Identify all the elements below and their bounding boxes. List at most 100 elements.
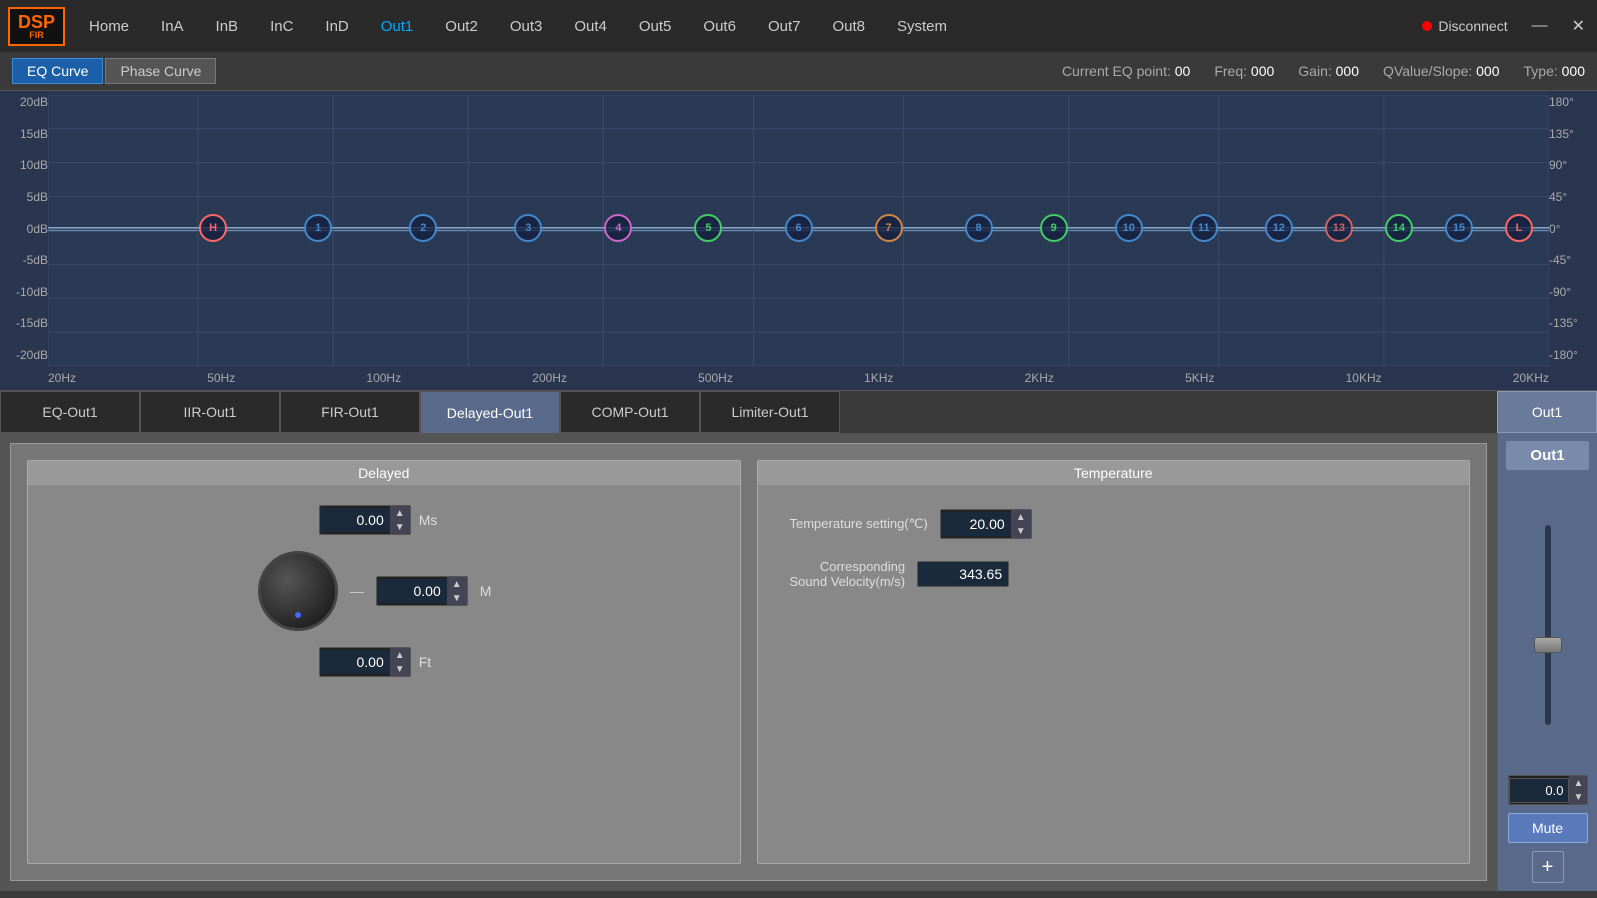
tab-phase-curve[interactable]: Phase Curve [105, 58, 216, 84]
tab-iir-out1[interactable]: IIR-Out1 [140, 391, 280, 433]
chart-inner[interactable]: H123456789101112131415L [48, 95, 1549, 366]
eq-point-15[interactable]: 15 [1445, 214, 1473, 242]
fader-handle[interactable] [1534, 637, 1562, 653]
nav-out2[interactable]: Out2 [429, 0, 494, 52]
close-button[interactable]: ✕ [1560, 0, 1597, 52]
temp-input-wrap: ▲ ▼ [940, 509, 1032, 539]
eq-point-14[interactable]: 14 [1385, 214, 1413, 242]
eq-qvalue-value: 000 [1476, 63, 1499, 79]
eq-point-4[interactable]: 4 [604, 214, 632, 242]
eq-point-3[interactable]: 3 [514, 214, 542, 242]
eq-point-9[interactable]: 9 [1040, 214, 1068, 242]
out1-panel[interactable]: Out1 [1497, 391, 1597, 433]
tab-delayed-out1[interactable]: Delayed-Out1 [420, 391, 560, 433]
eq-point-L[interactable]: L [1505, 214, 1533, 242]
eq-point-8[interactable]: 8 [965, 214, 993, 242]
eq-gain-value: 000 [1336, 63, 1359, 79]
ft-input[interactable] [320, 650, 390, 674]
ft-row: ▲ ▼ Ft [319, 647, 449, 677]
nav-inD[interactable]: InD [309, 0, 364, 52]
m-spin-down[interactable]: ▼ [447, 591, 467, 605]
ft-input-wrap: ▲ ▼ [319, 647, 411, 677]
tab-comp-out1[interactable]: COMP-Out1 [560, 391, 700, 433]
eq-qvalue-label: QValue/Slope: 000 [1383, 63, 1500, 79]
ms-spin-up[interactable]: ▲ [390, 506, 410, 520]
temp-controls: Temperature setting(℃) ▲ ▼ Corresponding… [770, 509, 1458, 589]
ms-unit-label: Ms [419, 512, 449, 528]
m-input[interactable] [377, 579, 447, 603]
nav-inA[interactable]: InA [145, 0, 200, 52]
nav-inC[interactable]: InC [254, 0, 309, 52]
right-panel: Out1 ▲ ▼ Mute + [1497, 433, 1597, 891]
delayed-section: Delayed ▲ ▼ Ms — [27, 460, 741, 864]
eq-type-label: Type: 000 [1524, 63, 1586, 79]
minimize-button[interactable]: — [1520, 0, 1560, 52]
right-panel-title: Out1 [1506, 441, 1589, 470]
nav-home[interactable]: Home [73, 0, 145, 52]
eq-chart[interactable]: 20dB 15dB 10dB 5dB 0dB -5dB -10dB -15dB … [0, 91, 1597, 390]
delay-controls: ▲ ▼ Ms — ▲ ▼ [40, 505, 728, 677]
temp-input[interactable] [941, 512, 1011, 536]
db-input-wrap: ▲ ▼ [1508, 775, 1588, 805]
disconnect-button[interactable]: Disconnect [1410, 0, 1519, 52]
nav-out7[interactable]: Out7 [752, 0, 817, 52]
ms-row: ▲ ▼ Ms [319, 505, 449, 535]
db-value-input[interactable] [1509, 778, 1569, 803]
eq-point-12[interactable]: 12 [1265, 214, 1293, 242]
ms-spinners: ▲ ▼ [390, 506, 410, 534]
temperature-section: Temperature Temperature setting(℃) ▲ ▼ C… [757, 460, 1471, 864]
bottom-tabs: EQ-Out1 IIR-Out1 FIR-Out1 Delayed-Out1 C… [0, 391, 1597, 433]
delay-knob[interactable] [258, 551, 338, 631]
eq-point-7[interactable]: 7 [875, 214, 903, 242]
nav-out4[interactable]: Out4 [558, 0, 623, 52]
eq-point-H[interactable]: H [199, 214, 227, 242]
tab-eq-out1[interactable]: EQ-Out1 [0, 391, 140, 433]
temp-setting-label: Temperature setting(℃) [790, 516, 928, 532]
mute-button[interactable]: Mute [1508, 813, 1588, 843]
db-spin-up[interactable]: ▲ [1569, 776, 1588, 790]
knob-dash: — [350, 583, 364, 599]
fader-track [1545, 525, 1551, 725]
eq-point-1[interactable]: 1 [304, 214, 332, 242]
tab-limiter-out1[interactable]: Limiter-Out1 [700, 391, 840, 433]
eq-point-label: Current EQ point: 00 [1062, 63, 1190, 79]
eq-point-10[interactable]: 10 [1115, 214, 1143, 242]
velocity-row: CorrespondingSound Velocity(m/s) [790, 559, 1010, 589]
connection-status-dot [1422, 21, 1432, 31]
temp-spin-down[interactable]: ▼ [1011, 524, 1031, 538]
ft-spin-down[interactable]: ▼ [390, 662, 410, 676]
eq-point-11[interactable]: 11 [1190, 214, 1218, 242]
eq-point-2[interactable]: 2 [409, 214, 437, 242]
eq-info-bar: Current EQ point: 00 Freq: 000 Gain: 000… [1062, 63, 1585, 79]
nav-out5[interactable]: Out5 [623, 0, 688, 52]
nav-inB[interactable]: InB [200, 0, 255, 52]
delayed-section-title: Delayed [28, 461, 740, 485]
curve-tab-bar: EQ Curve Phase Curve Current EQ point: 0… [0, 52, 1597, 91]
temperature-section-title: Temperature [758, 461, 1470, 485]
velocity-input[interactable] [918, 562, 1008, 586]
m-input-wrap: ▲ ▼ [376, 576, 468, 606]
nav-system[interactable]: System [881, 0, 963, 52]
temp-spin-up[interactable]: ▲ [1011, 510, 1031, 524]
nav-out6[interactable]: Out6 [687, 0, 752, 52]
db-spinners: ▲ ▼ [1569, 776, 1588, 804]
db-spin-down[interactable]: ▼ [1569, 790, 1588, 804]
eq-point-6[interactable]: 6 [785, 214, 813, 242]
add-button[interactable]: + [1532, 851, 1564, 883]
nav-out8[interactable]: Out8 [816, 0, 881, 52]
temp-spinners: ▲ ▼ [1011, 510, 1031, 538]
out1-panel-label: Out1 [1532, 404, 1562, 420]
eq-point-5[interactable]: 5 [694, 214, 722, 242]
ft-spin-up[interactable]: ▲ [390, 648, 410, 662]
tab-fir-out1[interactable]: FIR-Out1 [280, 391, 420, 433]
x-axis-labels: 20Hz 50Hz 100Hz 200Hz 500Hz 1KHz 2KHz 5K… [48, 366, 1549, 390]
y-axis-labels: 20dB 15dB 10dB 5dB 0dB -5dB -10dB -15dB … [0, 91, 48, 366]
eq-point-13[interactable]: 13 [1325, 214, 1353, 242]
ms-spin-down[interactable]: ▼ [390, 520, 410, 534]
nav-out3[interactable]: Out3 [494, 0, 559, 52]
m-spin-up[interactable]: ▲ [447, 577, 467, 591]
eq-point-value: 00 [1175, 63, 1191, 79]
tab-eq-curve[interactable]: EQ Curve [12, 58, 103, 84]
ms-input[interactable] [320, 508, 390, 532]
nav-out1[interactable]: Out1 [365, 0, 430, 52]
